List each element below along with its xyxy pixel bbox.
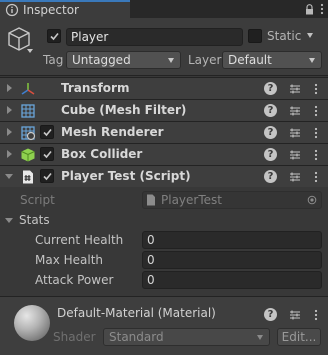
- help-icon[interactable]: ?: [264, 82, 277, 95]
- attack-power-field[interactable]: 0: [142, 271, 322, 289]
- component-menu-icon[interactable]: [314, 148, 318, 162]
- shader-label: Shader: [53, 330, 96, 344]
- menu-kebab-icon[interactable]: [320, 3, 324, 15]
- presets-icon[interactable]: [288, 308, 302, 322]
- box-collider-icon: [21, 148, 35, 162]
- object-picker-icon[interactable]: [307, 195, 317, 205]
- component-mesh-filter[interactable]: Cube (Mesh Filter) ?: [0, 99, 328, 121]
- material-menu-icon[interactable]: [314, 308, 318, 322]
- tag-dropdown[interactable]: Untagged: [66, 51, 181, 69]
- material-section: Default-Material (Material) ? Shader Sta…: [0, 296, 328, 355]
- presets-icon[interactable]: [288, 126, 302, 140]
- transform-axes-icon: [21, 83, 35, 95]
- component-enabled-checkbox[interactable]: [40, 125, 54, 139]
- help-icon[interactable]: ?: [264, 104, 277, 117]
- component-transform[interactable]: Transform ?: [0, 77, 328, 99]
- foldout-arrow-icon[interactable]: [7, 84, 12, 92]
- component-enabled-checkbox[interactable]: [40, 169, 54, 183]
- tag-label: Tag: [43, 53, 64, 67]
- component-menu-icon[interactable]: [314, 82, 318, 96]
- lock-icon[interactable]: [305, 3, 314, 15]
- current-health-field[interactable]: 0: [142, 231, 322, 249]
- component-name: Mesh Renderer: [61, 125, 164, 139]
- component-name: Transform: [61, 81, 130, 95]
- layer-label: Layer: [188, 53, 222, 67]
- presets-icon[interactable]: [288, 82, 302, 96]
- gameobject-name-field[interactable]: Player: [66, 28, 243, 46]
- static-checkbox[interactable]: [248, 29, 262, 43]
- script-object-value: PlayerTest: [161, 193, 222, 207]
- mesh-renderer-icon: [21, 126, 36, 141]
- component-name: Box Collider: [61, 147, 143, 161]
- checkmark-icon: [49, 32, 59, 40]
- checkmark-icon: [42, 150, 52, 158]
- script-object-field[interactable]: PlayerTest: [142, 191, 322, 209]
- foldout-open-arrow-icon[interactable]: [5, 218, 13, 223]
- help-icon[interactable]: ?: [264, 170, 277, 183]
- checkmark-icon: [42, 128, 52, 136]
- csharp-script-icon: [23, 170, 33, 184]
- foldout-arrow-icon[interactable]: [7, 106, 12, 114]
- component-name: Player Test (Script): [61, 169, 191, 183]
- tab-inspector[interactable]: Inspector: [0, 0, 130, 18]
- component-menu-icon[interactable]: [314, 104, 318, 118]
- script-file-icon: [147, 194, 155, 206]
- active-checkbox[interactable]: [47, 29, 61, 43]
- max-health-label: Max Health: [35, 253, 104, 267]
- max-health-field[interactable]: 0: [142, 251, 322, 269]
- stats-label: Stats: [19, 213, 50, 227]
- stat-row-attack-power: Attack Power 0: [0, 270, 328, 290]
- stats-foldout[interactable]: Stats: [0, 210, 328, 230]
- static-dropdown-arrow-icon[interactable]: [307, 33, 313, 38]
- foldout-open-arrow-icon[interactable]: [5, 174, 13, 179]
- static-label: Static: [267, 29, 302, 43]
- icon-dropdown-arrow-icon[interactable]: [27, 49, 33, 53]
- stat-row-max-health: Max Health 0: [0, 250, 328, 270]
- component-mesh-renderer[interactable]: Mesh Renderer ?: [0, 121, 328, 143]
- presets-icon[interactable]: [288, 170, 302, 184]
- layer-dropdown[interactable]: Default: [222, 51, 322, 69]
- mesh-filter-grid-icon: [21, 104, 35, 118]
- script-label: Script: [20, 193, 55, 207]
- checkmark-icon: [42, 172, 52, 180]
- component-name: Cube (Mesh Filter): [61, 103, 187, 117]
- help-icon[interactable]: ?: [264, 308, 277, 321]
- edit-shader-button[interactable]: Edit...: [277, 328, 321, 346]
- gameobject-header: Player Static Tag Untagged Layer Default: [0, 18, 328, 76]
- component-menu-icon[interactable]: [314, 170, 318, 184]
- foldout-arrow-icon[interactable]: [7, 128, 12, 136]
- presets-icon[interactable]: [288, 148, 302, 162]
- stat-row-current-health: Current Health 0: [0, 230, 328, 250]
- component-enabled-checkbox[interactable]: [40, 147, 54, 161]
- tab-title: Inspector: [23, 3, 79, 17]
- material-name: Default-Material (Material): [57, 306, 216, 320]
- attack-power-label: Attack Power: [35, 273, 114, 287]
- component-menu-icon[interactable]: [314, 126, 318, 140]
- material-preview-sphere[interactable]: [14, 305, 50, 341]
- current-health-label: Current Health: [35, 233, 124, 247]
- component-player-test-script[interactable]: Player Test (Script) ?: [0, 165, 328, 187]
- inspector-tabbar: Inspector: [0, 0, 328, 18]
- help-icon[interactable]: ?: [264, 126, 277, 139]
- foldout-arrow-icon[interactable]: [7, 150, 12, 158]
- shader-dropdown[interactable]: Standard: [103, 328, 270, 346]
- component-box-collider[interactable]: Box Collider ?: [0, 143, 328, 165]
- info-icon: [5, 3, 19, 17]
- script-field-row: Script PlayerTest: [0, 190, 328, 210]
- presets-icon[interactable]: [288, 104, 302, 118]
- help-icon[interactable]: ?: [264, 148, 277, 161]
